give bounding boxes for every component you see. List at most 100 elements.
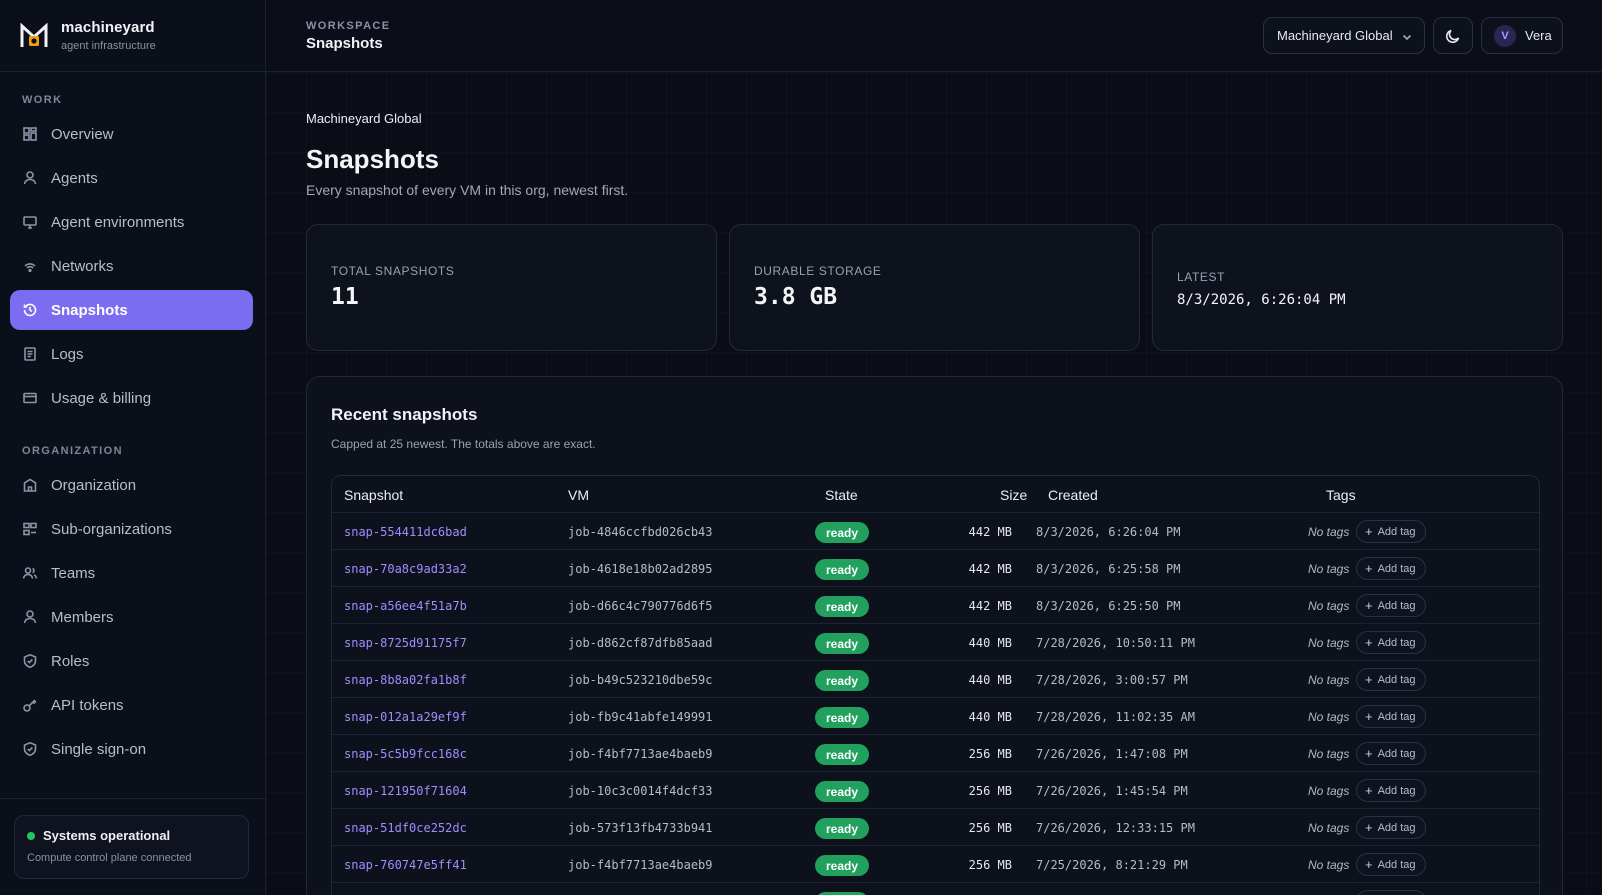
member-icon bbox=[23, 610, 37, 624]
sidebar-item-members[interactable]: Members bbox=[10, 597, 253, 637]
add-tag-button[interactable]: +Add tag bbox=[1356, 742, 1426, 765]
no-tags-label: No tags bbox=[1308, 636, 1350, 650]
stat-label: LATEST bbox=[1177, 270, 1226, 284]
shield-icon bbox=[23, 653, 37, 669]
no-tags-label: No tags bbox=[1308, 821, 1350, 835]
column-header-created[interactable]: Created bbox=[1048, 487, 1098, 503]
add-tag-label: Add tag bbox=[1377, 784, 1416, 797]
brand[interactable]: machineyard agent infrastructure bbox=[0, 0, 265, 72]
snapshot-id-link[interactable]: snap-8b8a02fa1b8f bbox=[344, 673, 467, 687]
add-tag-label: Add tag bbox=[1377, 562, 1416, 575]
add-tag-button[interactable]: +Add tag bbox=[1356, 520, 1426, 543]
add-tag-button[interactable]: +Add tag bbox=[1356, 557, 1426, 580]
created-timestamp: 8/3/2026, 6:26:04 PM bbox=[1036, 525, 1181, 539]
plus-icon: + bbox=[1365, 783, 1373, 798]
snapshot-id-link[interactable]: snap-121950f71604 bbox=[344, 784, 467, 798]
sidebar-item-networks[interactable]: Networks bbox=[10, 246, 253, 286]
snapshot-id-link[interactable]: snap-70a8c9ad33a2 bbox=[344, 562, 467, 576]
nav-section-organization: ORGANIZATION bbox=[22, 445, 123, 457]
user-menu-button[interactable]: V Vera bbox=[1481, 17, 1563, 54]
sidebar-item-api-tokens[interactable]: API tokens bbox=[10, 685, 253, 725]
sidebar-item-label: Agent environments bbox=[51, 213, 185, 231]
add-tag-button[interactable]: +Add tag bbox=[1356, 816, 1426, 839]
snapshot-id-link[interactable]: snap-760747e5ff41 bbox=[344, 858, 467, 872]
table-row[interactable]: snap-5c5b9fcc168c job-f4bf7713ae4baeb9 rea… bbox=[332, 735, 1539, 772]
snapshot-size: 442 MB bbox=[968, 599, 1012, 613]
card-icon bbox=[23, 392, 37, 404]
topbar: WORKSPACE Snapshots Machineyard Global V… bbox=[266, 0, 1602, 72]
breadcrumb-section: WORKSPACE bbox=[306, 20, 391, 32]
sidebar-divider bbox=[0, 798, 266, 799]
snapshot-size: 256 MB bbox=[968, 858, 1012, 872]
table-row[interactable]: snap-012a1a29ef9f job-fb9c41abfe149991 rea… bbox=[332, 698, 1539, 735]
table-row[interactable]: snap-8725d91175f7 job-d862cf87dfb85aad rea… bbox=[332, 624, 1539, 661]
snapshot-size: 256 MB bbox=[968, 784, 1012, 798]
key-icon bbox=[23, 699, 37, 712]
add-tag-button[interactable]: + Add tag bbox=[1356, 779, 1426, 802]
table-row[interactable]: snap-760747e5ff41 job-f4bf7713ae4baeb9 rea… bbox=[332, 846, 1539, 883]
add-tag-button[interactable]: +Add tag bbox=[1356, 668, 1426, 691]
plus-icon: + bbox=[1365, 709, 1373, 724]
vm-id: job-10c3c0014f4dcf33 bbox=[568, 784, 713, 798]
sidebar-item-agent-environments[interactable]: Agent environments bbox=[10, 202, 253, 242]
snapshot-size: 256 MB bbox=[968, 747, 1012, 761]
add-tag-button[interactable]: +Add tag bbox=[1356, 705, 1426, 728]
sidebar-item-label: Usage & billing bbox=[51, 389, 152, 407]
snapshot-id-link[interactable]: snap-a56ee4f51a7b bbox=[344, 599, 467, 613]
sidebar-item-single-sign-on[interactable]: Single sign-on bbox=[10, 729, 253, 769]
plus-icon: + bbox=[1365, 635, 1373, 650]
status-badge: ready bbox=[815, 522, 870, 543]
add-tag-button[interactable]: +Add tag bbox=[1356, 631, 1426, 654]
sidebar-item-logs[interactable]: Logs bbox=[10, 334, 253, 374]
column-header-snapshot[interactable]: Snapshot bbox=[344, 487, 403, 503]
system-status-subtitle: Compute control plane connected bbox=[27, 852, 192, 864]
grid-icon bbox=[23, 127, 37, 141]
add-tag-label: Add tag bbox=[1377, 525, 1416, 538]
table-body: snap-554411dc6bad job-4846ccfbd026cb43 rea… bbox=[332, 513, 1539, 895]
table-row[interactable]: snap-554411dc6bad job-4846ccfbd026cb43 rea… bbox=[332, 513, 1539, 550]
no-tags-label: No tags bbox=[1308, 858, 1350, 872]
stat-label: TOTAL SNAPSHOTS bbox=[331, 264, 455, 278]
sidebar-item-snapshots[interactable]: Snapshots bbox=[10, 290, 253, 330]
column-header-size[interactable]: Size bbox=[1000, 487, 1027, 503]
snapshot-id-link[interactable]: snap-012a1a29ef9f bbox=[344, 710, 467, 724]
table-row[interactable]: snap-70a8c9ad33a2 job-4618e18b02ad2895 rea… bbox=[332, 550, 1539, 587]
sidebar-item-agents[interactable]: Agents bbox=[10, 158, 253, 198]
add-tag-button[interactable]: +Add tag bbox=[1356, 853, 1426, 876]
avatar: V bbox=[1494, 24, 1516, 47]
no-tags-label: No tags bbox=[1308, 562, 1350, 576]
main-content: Machineyard Global Snapshots Every snaps… bbox=[266, 72, 1602, 895]
sidebar-item-usage-billing[interactable]: Usage & billing bbox=[10, 378, 253, 418]
snapshot-id-link[interactable]: snap-5c5b9fcc168c bbox=[344, 747, 467, 761]
table-row[interactable]: snap-121950f71604 job-10c3c0014f4dcf33 rea… bbox=[332, 772, 1539, 809]
column-header-state[interactable]: State bbox=[825, 487, 858, 503]
sidebar-item-roles[interactable]: Roles bbox=[10, 641, 253, 681]
sidebar-item-organization[interactable]: Organization bbox=[10, 465, 253, 505]
status-badge: ready bbox=[815, 559, 870, 580]
org-selector[interactable]: Machineyard Global bbox=[1263, 17, 1425, 54]
table-row[interactable]: readyNo tags+Add tag bbox=[332, 883, 1539, 895]
sidebar-item-teams[interactable]: Teams bbox=[10, 553, 253, 593]
sidebar-item-sub-organizations[interactable]: Sub-organizations bbox=[10, 509, 253, 549]
column-header-vm[interactable]: VM bbox=[568, 487, 589, 503]
table-row[interactable]: snap-a56ee4f51a7b job-d66c4c790776d6f5 rea… bbox=[332, 587, 1539, 624]
theme-toggle-button[interactable] bbox=[1433, 17, 1473, 54]
add-tag-label: Add tag bbox=[1377, 747, 1416, 760]
column-header-tags[interactable]: Tags bbox=[1326, 487, 1356, 503]
stat-value: 3.8 GB bbox=[754, 284, 838, 310]
sidebar-item-overview[interactable]: Overview bbox=[10, 114, 253, 154]
snapshot-id-link[interactable]: snap-51df0ce252dc bbox=[344, 821, 467, 835]
table-row[interactable]: snap-51df0ce252dc job-573f13fb4733b941 rea… bbox=[332, 809, 1539, 846]
vm-id: job-d862cf87dfb85aad bbox=[568, 636, 713, 650]
status-dot-icon bbox=[27, 831, 35, 840]
system-status-label: Systems operational bbox=[43, 828, 171, 843]
created-timestamp: 7/26/2026, 1:47:08 PM bbox=[1036, 747, 1188, 761]
add-tag-button[interactable]: +Add tag bbox=[1356, 890, 1426, 895]
plus-icon: + bbox=[1365, 672, 1373, 687]
snapshot-id-link[interactable]: snap-8725d91175f7 bbox=[344, 636, 467, 650]
shield-check-icon bbox=[23, 741, 37, 757]
add-tag-button[interactable]: +Add tag bbox=[1356, 594, 1426, 617]
system-status[interactable]: Systems operational Compute control plan… bbox=[14, 815, 249, 879]
table-row[interactable]: snap-8b8a02fa1b8f job-b49c523210dbe59c rea… bbox=[332, 661, 1539, 698]
snapshot-id-link[interactable]: snap-554411dc6bad bbox=[344, 525, 467, 539]
